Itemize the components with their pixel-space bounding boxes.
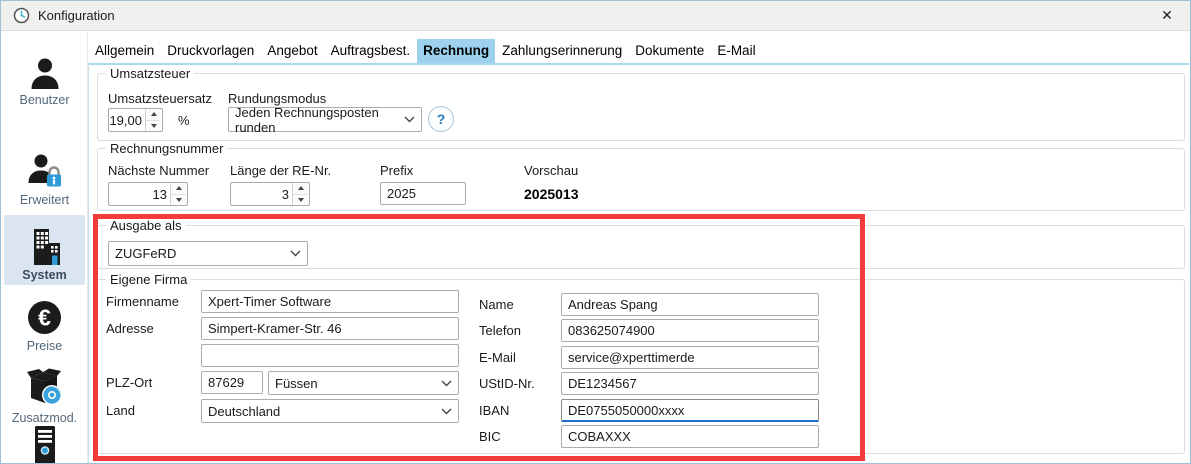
ausgabe-als-group-title: Ausgabe als [106, 218, 186, 233]
tab-email[interactable]: E-Mail [711, 39, 761, 63]
rechnungsnummer-group-title: Rechnungsnummer [106, 141, 227, 156]
ort-dropdown[interactable]: Füssen [268, 371, 459, 395]
firmenname-input[interactable] [201, 290, 459, 313]
sidebar-label: Preise [4, 339, 85, 353]
land-label: Land [106, 403, 135, 418]
adresse-label: Adresse [106, 321, 154, 336]
spin-up-icon[interactable] [146, 109, 161, 120]
naechste-nummer-label: Nächste Nummer [108, 163, 209, 178]
adresse2-input[interactable] [201, 344, 459, 367]
chevron-down-icon [290, 250, 301, 257]
building-icon [27, 227, 63, 265]
vorschau-label: Vorschau [524, 163, 578, 178]
spin-down-icon[interactable] [293, 194, 308, 206]
sidebar-label: Benutzer [4, 93, 85, 107]
konfiguration-window: Konfiguration ✕ Benutzer Erweitert [0, 0, 1191, 464]
spin-down-icon[interactable] [146, 120, 161, 132]
clock-app-icon [13, 7, 30, 24]
email-label: E-Mail [479, 350, 516, 365]
ort-value: Füssen [275, 376, 318, 391]
server-icon [28, 424, 62, 464]
ausgabe-als-value: ZUGFeRD [115, 246, 176, 261]
prefix-label: Prefix [380, 163, 413, 178]
tab-auftragsbest[interactable]: Auftragsbest. [325, 39, 417, 63]
spin-up-icon[interactable] [293, 183, 308, 194]
window-title: Konfiguration [38, 8, 115, 23]
eigene-firma-group-title: Eigene Firma [106, 272, 191, 287]
chevron-down-icon [441, 380, 452, 387]
umsatzsteuersatz-spinner[interactable] [108, 108, 163, 132]
umsatzsteuersatz-input[interactable] [109, 109, 145, 131]
spin-down-icon[interactable] [171, 194, 186, 206]
tab-bar: Allgemein Druckvorlagen Angebot Auftrags… [89, 37, 1188, 63]
spin-up-icon[interactable] [171, 183, 186, 194]
sidebar-item-system[interactable]: System [4, 215, 85, 285]
sidebar-label: Erweitert [4, 193, 85, 207]
chevron-down-icon [404, 116, 415, 123]
adresse-input[interactable] [201, 317, 459, 340]
naechste-nummer-spinner[interactable] [108, 182, 188, 206]
tab-dokumente[interactable]: Dokumente [629, 39, 710, 63]
ausgabe-als-dropdown[interactable]: ZUGFeRD [108, 241, 308, 266]
telefon-label: Telefon [479, 323, 521, 338]
telefon-input[interactable] [561, 319, 819, 342]
tab-angebot[interactable]: Angebot [261, 39, 323, 63]
sidebar-item-zusatzmodule[interactable]: Zusatzmod. [4, 368, 85, 425]
bic-label: BIC [479, 429, 501, 444]
percent-label: % [178, 113, 190, 128]
ustid-label: UStID-Nr. [479, 376, 535, 391]
sidebar-item-benutzer[interactable]: Benutzer [4, 56, 85, 107]
land-dropdown[interactable]: Deutschland [201, 399, 459, 423]
tab-allgemein[interactable]: Allgemein [89, 39, 160, 63]
plz-ort-label: PLZ-Ort [106, 375, 152, 390]
sidebar-item-preise[interactable]: € Preise [4, 299, 85, 353]
umsatzsteuersatz-label: Umsatzsteuersatz [108, 91, 212, 106]
sidebar-item-server[interactable] [4, 424, 85, 464]
addon-box-icon [25, 368, 65, 408]
chevron-down-icon [441, 408, 452, 415]
land-value: Deutschland [208, 404, 280, 419]
rundungsmodus-value: Jeden Rechnungsposten runden [235, 105, 404, 135]
tab-druckvorlagen[interactable]: Druckvorlagen [161, 39, 260, 63]
sidebar: Benutzer Erweitert [1, 32, 88, 463]
svg-text:€: € [38, 305, 51, 331]
naechste-nummer-input[interactable] [109, 183, 170, 205]
sidebar-label: System [4, 268, 85, 282]
user-icon [27, 56, 63, 90]
umsatzsteuer-group-title: Umsatzsteuer [106, 66, 194, 81]
tab-rechnung[interactable]: Rechnung [417, 39, 495, 63]
bic-input[interactable] [561, 425, 819, 448]
prefix-input[interactable] [380, 182, 466, 205]
sidebar-label: Zusatzmod. [4, 411, 85, 425]
laenge-re-nr-label: Länge der RE-Nr. [230, 163, 331, 178]
tab-zahlungserinnerung[interactable]: Zahlungserinnerung [496, 39, 628, 63]
laenge-re-nr-spinner[interactable] [230, 182, 310, 206]
iban-label: IBAN [479, 403, 509, 418]
name-input[interactable] [561, 293, 819, 316]
question-icon: ? [437, 111, 446, 127]
email-input[interactable] [561, 346, 819, 369]
laenge-re-nr-input[interactable] [231, 183, 292, 205]
name-label: Name [479, 297, 514, 312]
title-bar: Konfiguration ✕ [1, 1, 1190, 31]
vorschau-value: 2025013 [524, 186, 579, 202]
ustid-input[interactable] [561, 372, 819, 395]
user-lock-icon [26, 152, 64, 190]
plz-input[interactable] [201, 371, 263, 394]
rundungsmodus-dropdown[interactable]: Jeden Rechnungsposten runden [228, 107, 422, 132]
help-button[interactable]: ? [428, 106, 454, 132]
sidebar-item-erweitert[interactable]: Erweitert [4, 152, 85, 207]
iban-input[interactable] [561, 399, 819, 422]
firmenname-label: Firmenname [106, 294, 179, 309]
close-button[interactable]: ✕ [1144, 1, 1190, 30]
euro-icon: € [26, 299, 63, 336]
